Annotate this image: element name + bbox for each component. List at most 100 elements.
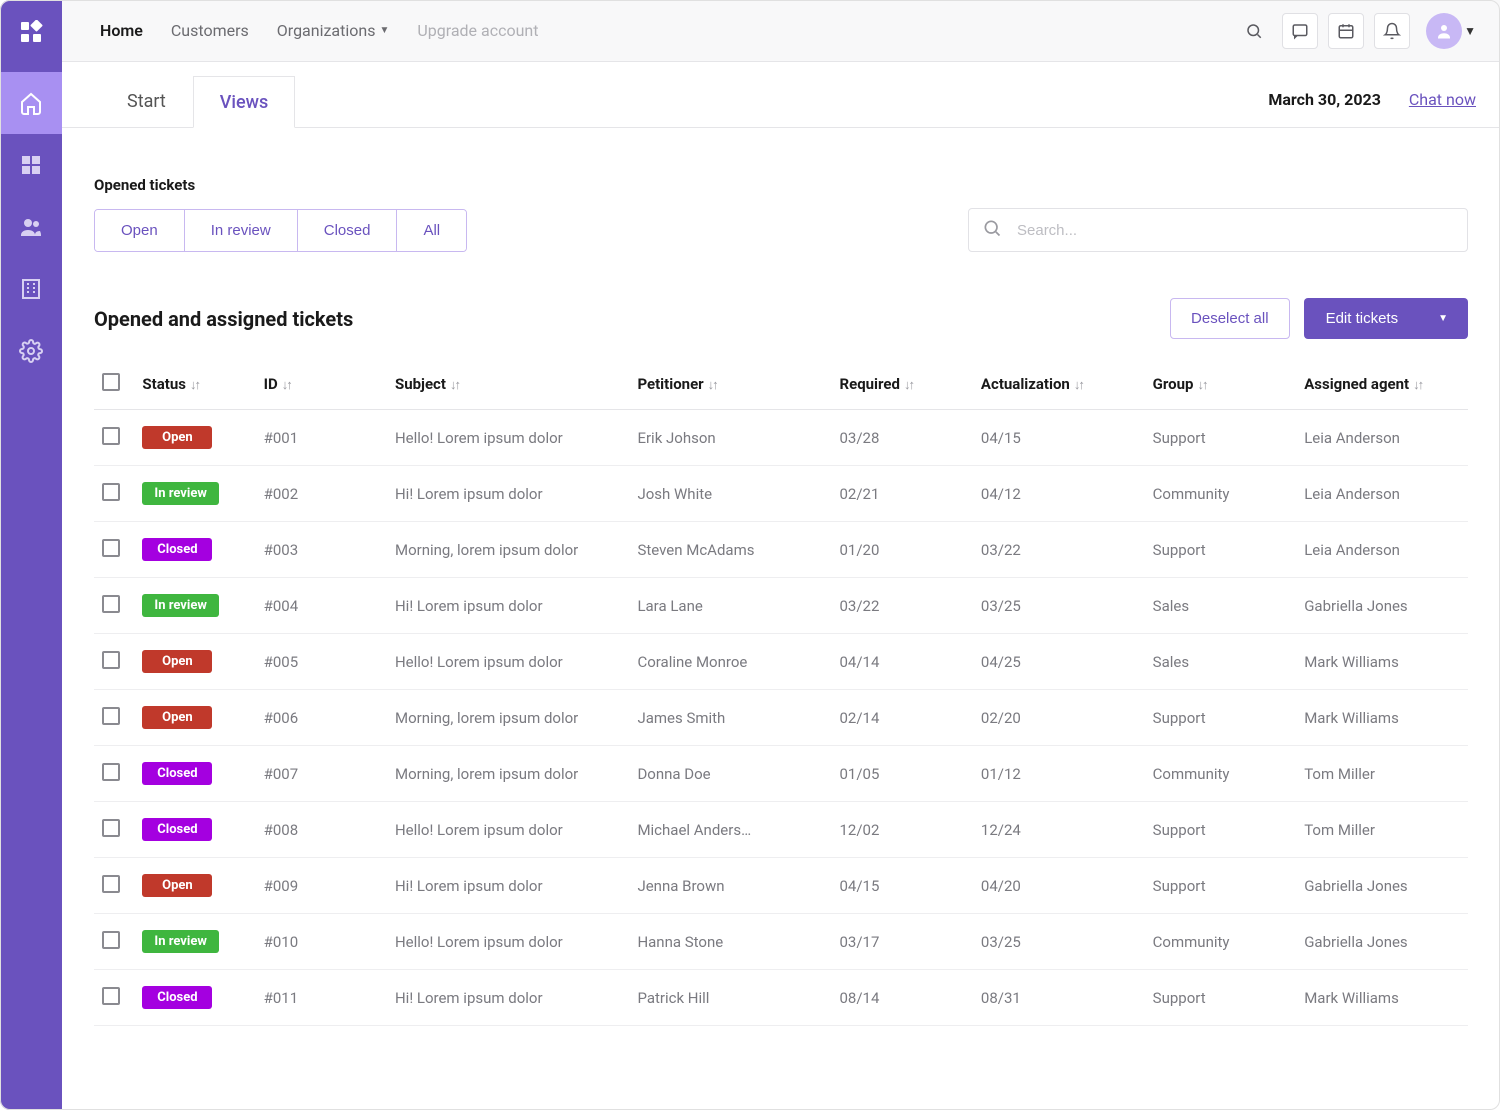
table-row[interactable]: Closed#003Morning, lorem ipsum dolorStev… <box>94 522 1468 578</box>
row-checkbox[interactable] <box>102 763 120 781</box>
cell-group: Support <box>1145 690 1297 746</box>
status-badge: In review <box>142 482 219 505</box>
cell-petitioner: Steven McAdams <box>629 522 831 578</box>
row-checkbox[interactable] <box>102 651 120 669</box>
cell-agent: Gabriella Jones <box>1296 578 1468 634</box>
topnav-home[interactable]: Home <box>100 21 143 40</box>
table-row[interactable]: Open#006Morning, lorem ipsum dolorJames … <box>94 690 1468 746</box>
col-agent[interactable]: Assigned agent↓↑ <box>1296 361 1468 410</box>
search-icon-button[interactable] <box>1236 13 1272 49</box>
cell-required: 03/22 <box>831 578 972 634</box>
sidebar-item-settings[interactable] <box>0 320 62 382</box>
table-row[interactable]: Closed#011Hi! Lorem ipsum dolorPatrick H… <box>94 970 1468 1026</box>
cell-id: #004 <box>256 578 387 634</box>
filter-open[interactable]: Open <box>95 210 185 251</box>
upgrade-account-link[interactable]: Upgrade account <box>417 21 538 40</box>
sort-icon: ↓↑ <box>904 378 913 393</box>
cell-subject: Hello! Lorem ipsum dolor <box>387 914 629 970</box>
user-menu[interactable]: ▼ <box>1420 13 1476 49</box>
row-checkbox[interactable] <box>102 539 120 557</box>
topnav-customers[interactable]: Customers <box>171 21 249 40</box>
notifications-icon-button[interactable] <box>1374 13 1410 49</box>
table-row[interactable]: In review#004Hi! Lorem ipsum dolorLara L… <box>94 578 1468 634</box>
status-badge: Closed <box>142 762 212 785</box>
cell-subject: Hi! Lorem ipsum dolor <box>387 970 629 1026</box>
table-header-row: Opened and assigned tickets Deselect all… <box>94 298 1468 339</box>
cell-required: 01/20 <box>831 522 972 578</box>
cell-agent: Mark Williams <box>1296 690 1468 746</box>
calendar-icon-button[interactable] <box>1328 13 1364 49</box>
tab-views[interactable]: Views <box>193 76 295 128</box>
edit-tickets-button[interactable]: Edit tickets ▼ <box>1304 298 1468 339</box>
col-group[interactable]: Group↓↑ <box>1145 361 1297 410</box>
cell-actualization: 03/25 <box>973 578 1145 634</box>
cell-id: #010 <box>256 914 387 970</box>
cell-subject: Hello! Lorem ipsum dolor <box>387 410 629 466</box>
cell-subject: Hi! Lorem ipsum dolor <box>387 858 629 914</box>
sort-icon: ↓↑ <box>708 378 717 393</box>
row-checkbox[interactable] <box>102 483 120 501</box>
col-actualization[interactable]: Actualization↓↑ <box>973 361 1145 410</box>
sort-icon: ↓↑ <box>1074 378 1083 393</box>
row-checkbox[interactable] <box>102 931 120 949</box>
table-row[interactable]: In review#010Hello! Lorem ipsum dolorHan… <box>94 914 1468 970</box>
cell-petitioner: Coraline Monroe <box>629 634 831 690</box>
filter-in-review[interactable]: In review <box>185 210 298 251</box>
app-logo-icon <box>17 18 45 46</box>
cell-agent: Leia Anderson <box>1296 466 1468 522</box>
cell-required: 02/21 <box>831 466 972 522</box>
sort-icon: ↓↑ <box>282 378 291 393</box>
col-required[interactable]: Required↓↑ <box>831 361 972 410</box>
sidebar-item-users[interactable] <box>0 196 62 258</box>
cell-id: #006 <box>256 690 387 746</box>
cell-agent: Mark Williams <box>1296 970 1468 1026</box>
filter-closed[interactable]: Closed <box>298 210 398 251</box>
filter-all[interactable]: All <box>397 210 466 251</box>
cell-petitioner: Lara Lane <box>629 578 831 634</box>
row-checkbox[interactable] <box>102 595 120 613</box>
sidebar-item-dashboard[interactable] <box>0 134 62 196</box>
status-badge: Open <box>142 706 212 729</box>
cell-group: Support <box>1145 410 1297 466</box>
cell-subject: Hello! Lorem ipsum dolor <box>387 802 629 858</box>
table-row[interactable]: Closed#008Hello! Lorem ipsum dolorMichae… <box>94 802 1468 858</box>
main-area: Home Customers Organizations ▼ Upgrade a… <box>62 0 1500 1110</box>
row-checkbox[interactable] <box>102 875 120 893</box>
table-row[interactable]: Open#001Hello! Lorem ipsum dolorErik Joh… <box>94 410 1468 466</box>
status-badge: Open <box>142 650 212 673</box>
table-row[interactable]: Open#009Hi! Lorem ipsum dolorJenna Brown… <box>94 858 1468 914</box>
col-subject[interactable]: Subject↓↑ <box>387 361 629 410</box>
cell-required: 04/14 <box>831 634 972 690</box>
table-row[interactable]: Closed#007Morning, lorem ipsum dolorDonn… <box>94 746 1468 802</box>
table-row[interactable]: In review#002Hi! Lorem ipsum dolorJosh W… <box>94 466 1468 522</box>
cell-group: Community <box>1145 746 1297 802</box>
col-status[interactable]: Status↓↑ <box>134 361 255 410</box>
row-checkbox[interactable] <box>102 987 120 1005</box>
current-date: March 30, 2023 <box>1268 90 1381 109</box>
table-row[interactable]: Open#005Hello! Lorem ipsum dolorCoraline… <box>94 634 1468 690</box>
tab-start[interactable]: Start <box>100 75 193 127</box>
cell-actualization: 01/12 <box>973 746 1145 802</box>
cell-group: Community <box>1145 466 1297 522</box>
row-checkbox[interactable] <box>102 427 120 445</box>
sidebar-item-organizations[interactable] <box>0 258 62 320</box>
topnav-organizations[interactable]: Organizations ▼ <box>277 21 390 40</box>
deselect-all-button[interactable]: Deselect all <box>1170 298 1290 339</box>
col-petitioner[interactable]: Petitioner↓↑ <box>629 361 831 410</box>
col-id[interactable]: ID↓↑ <box>256 361 387 410</box>
sidebar-item-home[interactable] <box>0 72 62 134</box>
select-all-checkbox[interactable] <box>102 373 120 391</box>
sort-icon: ↓↑ <box>1197 378 1206 393</box>
chat-icon-button[interactable] <box>1282 13 1318 49</box>
search-input[interactable] <box>968 208 1468 252</box>
sort-icon: ↓↑ <box>190 378 199 393</box>
row-checkbox[interactable] <box>102 707 120 725</box>
table-title: Opened and assigned tickets <box>94 307 353 331</box>
chat-now-link[interactable]: Chat now <box>1409 90 1476 109</box>
row-checkbox[interactable] <box>102 819 120 837</box>
status-badge: Closed <box>142 818 212 841</box>
cell-group: Sales <box>1145 634 1297 690</box>
cell-agent: Gabriella Jones <box>1296 858 1468 914</box>
topnav-organizations-label: Organizations <box>277 21 376 40</box>
cell-actualization: 03/25 <box>973 914 1145 970</box>
